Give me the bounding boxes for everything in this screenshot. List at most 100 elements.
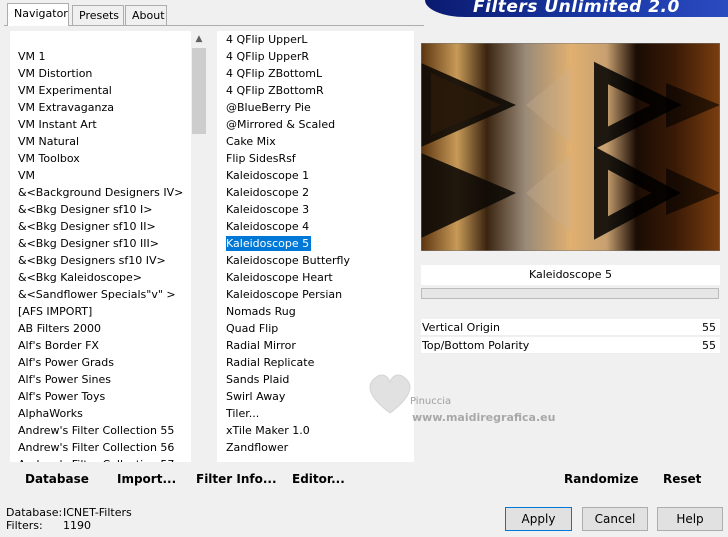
filter-item[interactable]: Kaleidoscope Butterfly xyxy=(226,252,411,269)
category-item[interactable]: VM Instant Art xyxy=(18,116,190,133)
filter-item-label: 4 QFlip UpperL xyxy=(226,33,308,46)
filter-item[interactable]: Zandflower xyxy=(226,439,411,456)
filters-status: Filters: 1190 xyxy=(6,519,91,532)
reset-button[interactable]: Reset xyxy=(663,472,701,486)
filter-item-label: Kaleidoscope 1 xyxy=(226,169,310,182)
randomize-button[interactable]: Randomize xyxy=(564,472,638,486)
filter-item-label: Quad Flip xyxy=(226,322,279,335)
filter-item[interactable]: Cake Mix xyxy=(226,133,411,150)
filter-item-label: Kaleidoscope 4 xyxy=(226,220,310,233)
left-action-bar: Database Import... Filter Info... Editor… xyxy=(10,462,414,489)
filter-item-label: Kaleidoscope 3 xyxy=(226,203,310,216)
category-item[interactable]: VM Extravaganza xyxy=(18,99,190,116)
filter-item-label: Swirl Away xyxy=(226,390,286,403)
database-status: Database: ICNET-Filters xyxy=(6,506,132,519)
filter-item[interactable]: Quad Flip xyxy=(226,320,411,337)
scroll-up-icon[interactable]: ▲ xyxy=(191,31,207,48)
param-vertical-origin[interactable]: Vertical Origin 55 xyxy=(421,319,720,336)
preview-image xyxy=(421,43,720,251)
category-item[interactable]: AlphaWorks xyxy=(18,405,190,422)
category-item[interactable]: Andrew's Filter Collection 55 xyxy=(18,422,190,439)
filter-item[interactable]: @BlueBerry Pie xyxy=(226,99,411,116)
filter-item-label: 4 QFlip UpperR xyxy=(226,50,310,63)
filter-item-label: Radial Mirror xyxy=(226,339,296,352)
category-item[interactable]: &<Bkg Designer sf10 III> xyxy=(18,235,190,252)
filter-item-label: Nomads Rug xyxy=(226,305,296,318)
filter-item-label: Zandflower xyxy=(226,441,289,454)
apply-button[interactable]: Apply xyxy=(505,507,572,531)
category-item[interactable]: &<Bkg Kaleidoscope> xyxy=(18,269,190,286)
filter-item[interactable]: Nomads Rug xyxy=(226,303,411,320)
category-item[interactable]: &<Sandflower Specials"v" > xyxy=(18,286,190,303)
filters-value: 1190 xyxy=(63,519,91,532)
category-item[interactable]: &<Bkg Designer sf10 I> xyxy=(18,201,190,218)
filter-item[interactable]: Kaleidoscope 3 xyxy=(226,201,411,218)
import-button[interactable]: Import... xyxy=(117,472,176,486)
tab-presets[interactable]: Presets xyxy=(72,5,124,25)
param-label: Vertical Origin xyxy=(422,321,500,334)
category-item[interactable]: VM Toolbox xyxy=(18,150,190,167)
filter-item-label: Tiler... xyxy=(226,407,260,420)
filters-unlimited-banner: Filters Unlimited 2.0 xyxy=(425,0,728,17)
category-item[interactable]: Andrew's Filter Collection 56 xyxy=(18,439,190,456)
filter-item-label: Kaleidoscope Heart xyxy=(226,271,333,284)
filter-info-button[interactable]: Filter Info... xyxy=(196,472,277,486)
filters-label: Filters: xyxy=(6,519,43,532)
watermark-name: Pinuccia xyxy=(410,396,452,407)
filter-item-label: xTile Maker 1.0 xyxy=(226,424,310,437)
filter-item-label: Flip SidesRsf xyxy=(226,152,296,165)
filter-item[interactable]: Kaleidoscope Heart xyxy=(226,269,411,286)
filter-item[interactable]: 4 QFlip UpperR xyxy=(226,48,411,65)
category-item[interactable]: Alf's Power Toys xyxy=(18,388,190,405)
category-item[interactable]: [AFS IMPORT] xyxy=(18,303,190,320)
filter-item[interactable]: Kaleidoscope Persian xyxy=(226,286,411,303)
filter-item[interactable]: Kaleidoscope 4 xyxy=(226,218,411,235)
cancel-button[interactable]: Cancel xyxy=(582,507,648,531)
editor-button[interactable]: Editor... xyxy=(292,472,345,486)
category-item[interactable]: VM Distortion xyxy=(18,65,190,82)
filter-item[interactable]: @Mirrored & Scaled xyxy=(226,116,411,133)
filter-item-label: Kaleidoscope Persian xyxy=(226,288,343,301)
category-item[interactable]: VM Experimental xyxy=(18,82,190,99)
filter-item-label: @Mirrored & Scaled xyxy=(226,118,336,131)
filter-item-label: 4 QFlip ZBottomL xyxy=(226,67,323,80)
progress-bar xyxy=(421,288,719,299)
category-item[interactable]: Alf's Power Sines xyxy=(18,371,190,388)
filter-item-selected[interactable]: Kaleidoscope 5 xyxy=(226,235,411,252)
filter-item-label: @BlueBerry Pie xyxy=(226,101,311,114)
category-item[interactable]: VM xyxy=(18,167,190,184)
filter-item[interactable]: xTile Maker 1.0 xyxy=(226,422,411,439)
category-item[interactable]: AB Filters 2000 xyxy=(18,320,190,337)
param-value: 55 xyxy=(702,321,716,334)
filter-item[interactable]: Kaleidoscope 2 xyxy=(226,184,411,201)
param-top-bottom-polarity[interactable]: Top/Bottom Polarity 55 xyxy=(421,337,720,354)
category-item[interactable]: &<Bkg Designers sf10 IV> xyxy=(18,252,190,269)
filter-item-label: Sands Plaid xyxy=(226,373,290,386)
param-value: 55 xyxy=(702,339,716,352)
watermark-url: www.maidiregrafica.eu xyxy=(412,411,556,424)
database-value: ICNET-Filters xyxy=(63,506,132,519)
filter-item[interactable]: Flip SidesRsf xyxy=(226,150,411,167)
category-scrollbar[interactable]: ▲ xyxy=(191,31,207,461)
category-item[interactable]: VM 1 xyxy=(18,48,190,65)
category-list: VM 1 VM Distortion VM Experimental VM Extra… xyxy=(18,48,190,462)
filter-item[interactable]: Kaleidoscope 1 xyxy=(226,167,411,184)
category-list-panel: VM 1 VM Distortion VM Experimental VM Extra… xyxy=(10,31,191,462)
category-item[interactable]: &<Bkg Designer sf10 II> xyxy=(18,218,190,235)
category-item[interactable]: VM Natural xyxy=(18,133,190,150)
filter-item[interactable]: Radial Mirror xyxy=(226,337,411,354)
filter-item[interactable]: 4 QFlip ZBottomL xyxy=(226,65,411,82)
help-button[interactable]: Help xyxy=(657,507,723,531)
category-item[interactable]: Alf's Border FX xyxy=(18,337,190,354)
tab-navigator[interactable]: Navigator xyxy=(7,3,69,26)
database-button[interactable]: Database xyxy=(25,472,89,486)
watermark-heart-icon xyxy=(360,368,420,418)
category-item[interactable]: Alf's Power Grads xyxy=(18,354,190,371)
filter-item[interactable]: 4 QFlip UpperL xyxy=(226,31,411,48)
tab-about[interactable]: About xyxy=(125,5,167,25)
param-label: Top/Bottom Polarity xyxy=(422,339,530,352)
filter-item[interactable]: 4 QFlip ZBottomR xyxy=(226,82,411,99)
scroll-thumb[interactable] xyxy=(192,48,206,134)
right-action-bar: Randomize Reset xyxy=(420,462,720,489)
category-item[interactable]: &<Background Designers IV> xyxy=(18,184,190,201)
